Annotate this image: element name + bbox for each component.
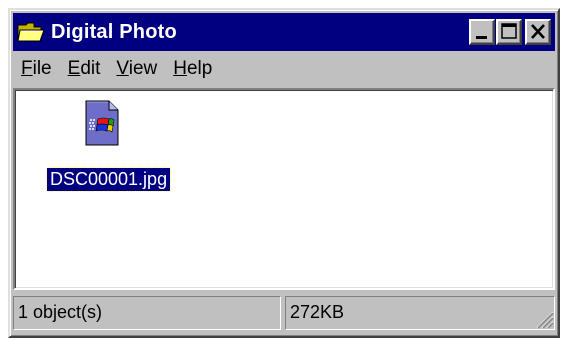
file-item-dsc00001[interactable]: DSC00001.jpg <box>37 98 172 193</box>
menu-bar: File Edit View Help <box>13 54 555 84</box>
menu-help[interactable]: Help <box>165 58 220 80</box>
image-file-icon[interactable] <box>85 100 119 146</box>
file-name-label[interactable]: DSC00001.jpg <box>45 167 172 192</box>
minimize-icon <box>476 36 487 39</box>
window-title: Digital Photo <box>51 20 177 43</box>
minimize-button[interactable] <box>469 19 495 45</box>
explorer-window: Digital Photo File Edit View Help DSC000… <box>8 8 560 338</box>
resize-grip-icon[interactable] <box>532 307 554 329</box>
window-controls <box>468 19 551 45</box>
close-button[interactable] <box>525 19 551 45</box>
title-bar[interactable]: Digital Photo <box>13 13 555 51</box>
menu-view[interactable]: View <box>108 58 165 80</box>
close-icon <box>531 24 545 39</box>
status-size: 272KB <box>285 296 555 330</box>
status-size-label: 272KB <box>290 302 345 322</box>
file-list-pane[interactable]: DSC00001.jpg <box>13 88 555 290</box>
folder-open-icon[interactable] <box>17 20 45 44</box>
status-object-count: 1 object(s) <box>13 296 281 330</box>
maximize-icon <box>501 23 517 39</box>
status-bar: 1 object(s) 272KB <box>13 294 555 330</box>
menu-file[interactable]: File <box>13 58 60 80</box>
maximize-button[interactable] <box>496 19 522 45</box>
menu-edit[interactable]: Edit <box>60 58 109 80</box>
